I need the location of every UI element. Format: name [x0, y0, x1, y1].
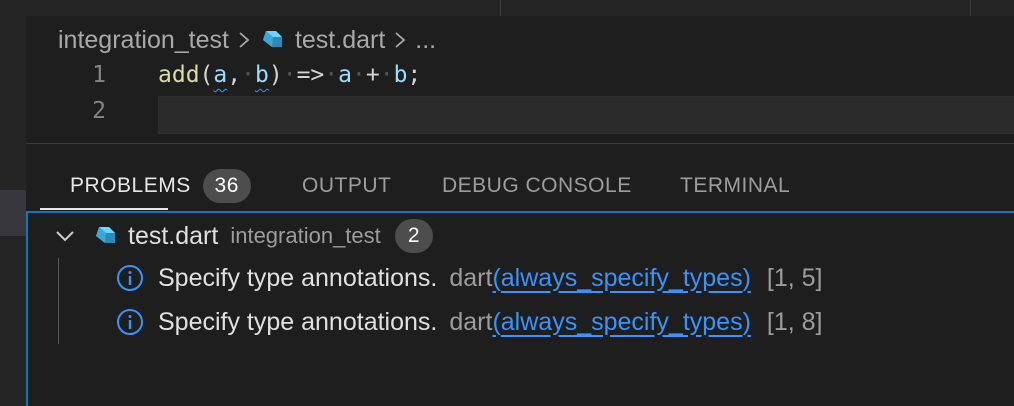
code-punctuation: ; — [407, 62, 422, 88]
code-line[interactable]: add(a,·b)·=>·a·+·b; — [158, 62, 421, 88]
problems-count-badge: 36 — [202, 169, 251, 203]
problem-item[interactable]: Specify type annotations. dart (always_sp… — [116, 302, 823, 342]
tab-separator — [970, 0, 971, 16]
code-identifier: a — [338, 62, 352, 88]
info-icon — [116, 308, 144, 336]
problem-file-path: integration_test — [230, 223, 381, 248]
tab-problems[interactable]: PROBLEMS 36 — [70, 160, 251, 212]
current-line-highlight — [158, 96, 1014, 134]
line-number: 2 — [92, 98, 106, 124]
param-b: b — [254, 62, 269, 88]
tree-indent-guide — [58, 258, 59, 344]
code-editor[interactable]: 1 2 add(a,·b)·=>·a·+·b; — [26, 58, 1014, 142]
param-a: a — [213, 62, 228, 88]
code-operator: => — [296, 62, 325, 88]
problem-file-group[interactable]: test.dart integration_test 2 — [52, 216, 433, 256]
problem-message: Specify type annotations. — [158, 263, 438, 292]
code-punctuation: , — [227, 62, 242, 88]
function-name: add — [158, 62, 200, 88]
code-punctuation: ) — [268, 62, 283, 88]
breadcrumb-folder[interactable]: integration_test — [58, 26, 229, 55]
tab-label: DEBUG CONSOLE — [442, 174, 632, 197]
tab-label: TERMINAL — [680, 174, 791, 197]
problem-source: dart — [449, 263, 493, 292]
tab-debug-console[interactable]: DEBUG CONSOLE — [442, 160, 632, 212]
tab-output[interactable]: OUTPUT — [302, 160, 391, 212]
code-identifier: b — [393, 62, 408, 88]
breadcrumb: integration_test test.dart ... — [58, 24, 436, 56]
dart-file-icon — [92, 223, 118, 249]
problem-message: Specify type annotations. — [158, 307, 438, 336]
problem-code-link[interactable]: (always_specify_types) — [492, 264, 750, 293]
info-icon — [116, 264, 144, 292]
tab-label: PROBLEMS — [70, 174, 191, 197]
problem-item[interactable]: Specify type annotations. dart (always_sp… — [116, 258, 823, 298]
code-punctuation: ( — [199, 62, 214, 88]
panel-border — [26, 143, 1014, 144]
problem-source: dart — [449, 307, 493, 336]
breadcrumb-file[interactable]: test.dart — [295, 26, 385, 55]
chevron-down-icon[interactable] — [52, 223, 78, 249]
chevron-right-icon — [393, 30, 407, 50]
activity-strip — [0, 0, 26, 406]
active-view-marker — [0, 190, 26, 236]
tab-label: OUTPUT — [302, 174, 392, 197]
code-operator: + — [365, 62, 380, 88]
chevron-right-icon — [237, 30, 251, 50]
active-tab-indicator — [40, 208, 168, 210]
tab-terminal[interactable]: TERMINAL — [680, 160, 790, 212]
dart-file-icon — [259, 27, 285, 53]
problem-file-name: test.dart — [128, 221, 219, 250]
problem-position: [1, 5] — [766, 263, 823, 292]
line-number: 1 — [92, 62, 106, 88]
tab-separator — [500, 0, 501, 16]
problem-position: [1, 8] — [766, 307, 823, 336]
problem-code-link[interactable]: (always_specify_types) — [492, 308, 750, 337]
breadcrumb-more[interactable]: ... — [415, 26, 436, 55]
editor-tab-bar — [26, 0, 1014, 16]
file-problem-count: 2 — [394, 219, 433, 253]
